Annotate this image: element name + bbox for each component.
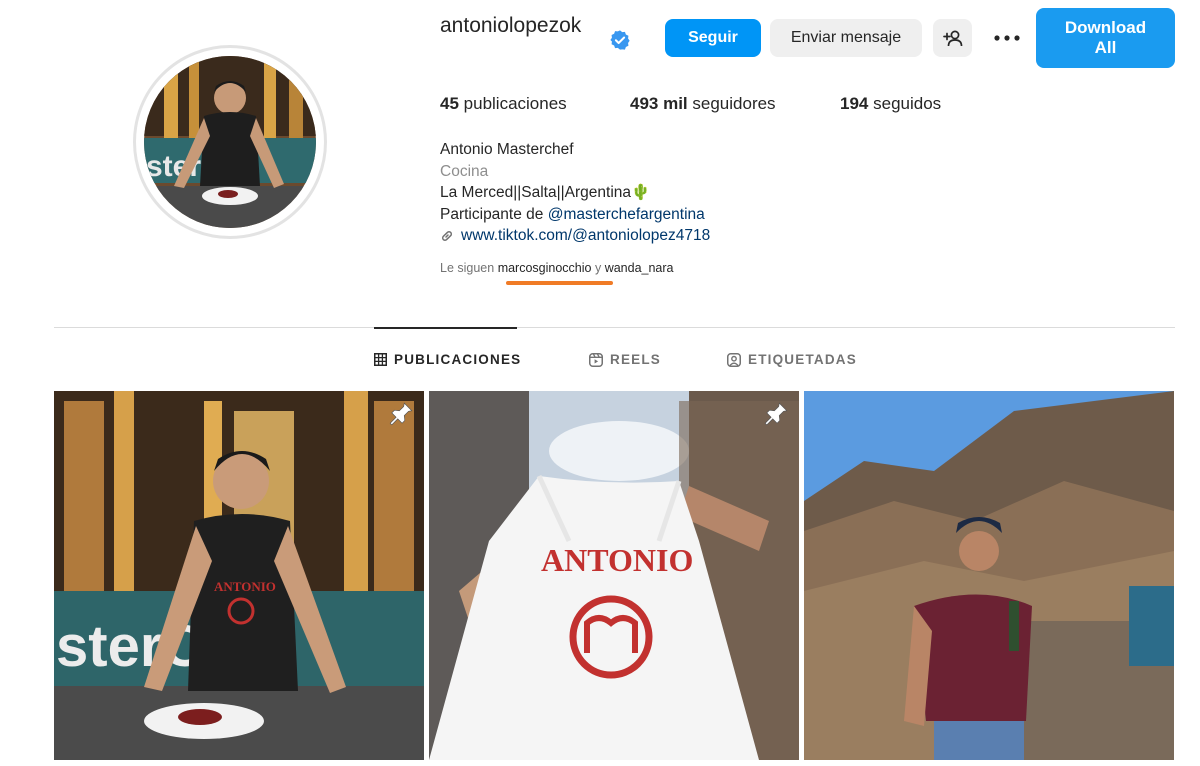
posts-count: 45 — [440, 94, 459, 113]
posts-count-stat: 45 publicaciones — [440, 94, 567, 114]
svg-text:ANTONIO: ANTONIO — [541, 542, 693, 578]
profile-avatar[interactable]: sterC — [144, 56, 316, 228]
bio-participant: Participante de @masterchefargentina — [440, 204, 710, 226]
post-thumbnail[interactable] — [804, 391, 1174, 760]
send-message-button[interactable]: Enviar mensaje — [770, 19, 922, 57]
download-all-label: Download All — [1064, 18, 1147, 57]
profile-bio: Antonio Masterchef Cocina La Merced||Sal… — [440, 139, 710, 247]
verified-badge-icon — [610, 30, 630, 50]
link-icon — [442, 230, 452, 241]
tab-tagged[interactable]: ETIQUETADAS — [727, 352, 857, 367]
followers-label: seguidores — [692, 94, 776, 113]
tab-tagged-label: ETIQUETADAS — [748, 352, 857, 367]
grid-icon — [374, 353, 387, 366]
followed-by-account-2[interactable]: wanda_nara — [605, 261, 674, 275]
highlight-underline — [506, 281, 613, 285]
pinned-post-icon — [389, 402, 413, 426]
more-options-button[interactable] — [985, 19, 1029, 57]
profile-category: Cocina — [440, 162, 489, 180]
following-label: seguidos — [873, 94, 942, 113]
tab-reels-label: REELS — [610, 352, 662, 367]
followers-stat[interactable]: 493 mil seguidores — [630, 94, 776, 114]
profile-username: antoniolopezok — [440, 14, 582, 37]
tab-posts[interactable]: PUBLICACIONES — [374, 352, 521, 367]
tagged-icon — [727, 352, 741, 367]
post-thumbnail[interactable]: ANTONIO — [429, 391, 799, 760]
download-all-button[interactable]: Download All — [1036, 8, 1175, 68]
tabs-divider — [54, 327, 1175, 328]
following-count: 194 — [840, 94, 869, 113]
post-image-chef-kitchen: sterC ANTONIO — [54, 391, 424, 760]
profile-avatar-ring[interactable]: sterC — [133, 45, 327, 239]
tab-posts-label: PUBLICACIONES — [394, 352, 522, 367]
display-name: Antonio Masterchef — [440, 141, 574, 158]
followed-by-conjunction: y — [591, 261, 605, 275]
follow-button[interactable]: Seguir — [665, 19, 761, 57]
followers-count: 493 mil — [630, 94, 688, 113]
external-link-text[interactable]: www.tiktok.com/@antoniolopez4718 — [461, 225, 710, 247]
pinned-post-icon — [764, 402, 788, 426]
followed-by-account-1[interactable]: marcosginocchio — [498, 261, 592, 275]
following-stat[interactable]: 194 seguidos — [840, 94, 941, 114]
svg-text:ANTONIO: ANTONIO — [214, 579, 276, 594]
more-options-icon — [994, 35, 1020, 41]
bio-location: La Merced||Salta||Argentina🌵 — [440, 184, 651, 201]
post-image-apron: ANTONIO — [429, 391, 799, 760]
active-tab-indicator — [374, 327, 517, 329]
followed-by[interactable]: Le siguen marcosginocchio y wanda_nara — [440, 261, 674, 275]
followed-by-prefix: Le siguen — [440, 261, 498, 275]
add-user-icon — [942, 30, 962, 47]
suggest-users-button[interactable] — [933, 19, 972, 57]
external-link[interactable]: www.tiktok.com/@antoniolopez4718 — [440, 225, 710, 247]
post-image-mountains — [804, 391, 1174, 760]
tab-reels[interactable]: REELS — [589, 352, 661, 367]
reels-icon — [589, 352, 603, 367]
bio-participant-prefix: Participante de — [440, 205, 548, 223]
post-thumbnail[interactable]: sterC ANTONIO — [54, 391, 424, 760]
posts-label: publicaciones — [463, 94, 567, 113]
bio-mention-link[interactable]: @masterchefargentina — [548, 206, 705, 223]
